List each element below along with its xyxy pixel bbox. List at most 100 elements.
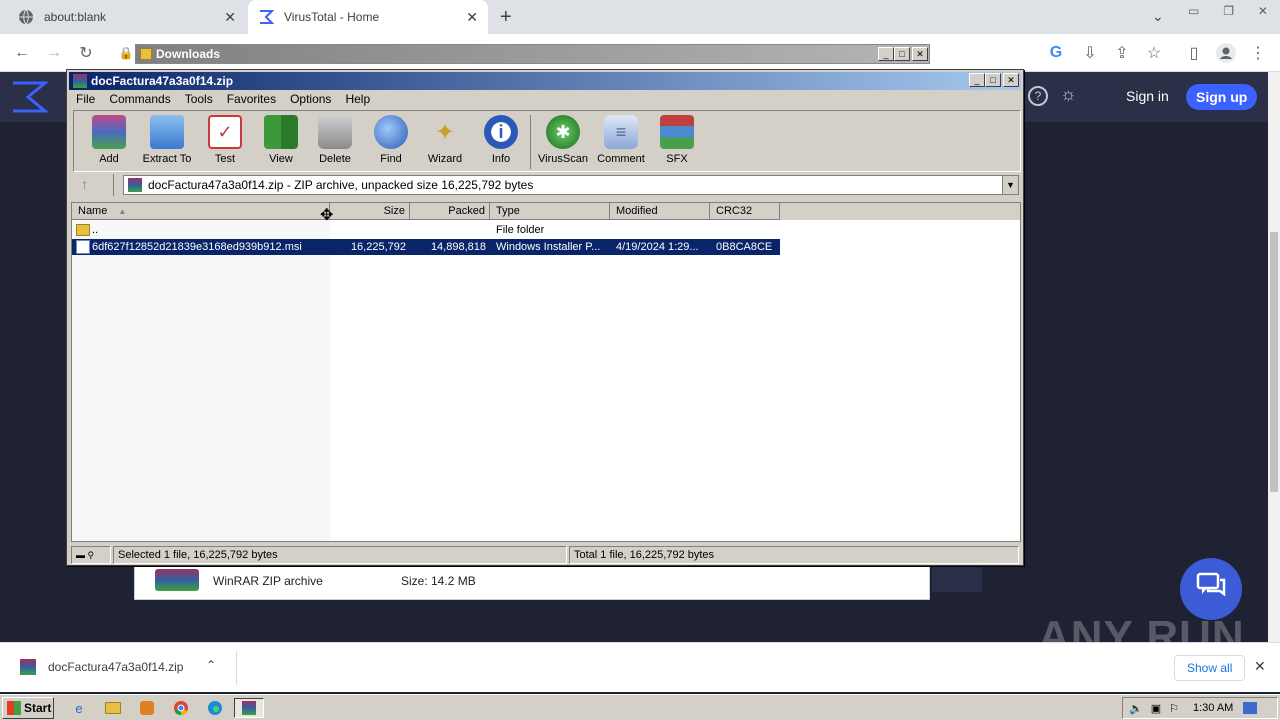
path-combobox[interactable]: docFactura47a3a0f14.zip - ZIP archive, u…: [123, 175, 1019, 195]
dropdown-arrow-icon[interactable]: ▼: [1002, 176, 1018, 194]
minimize-button[interactable]: _: [878, 47, 894, 61]
chrome-icon[interactable]: [170, 698, 192, 718]
file-list[interactable]: Name ▲ Size Packed Type Modified CRC32 ✥…: [71, 202, 1021, 542]
maximize-button[interactable]: □: [894, 47, 910, 61]
start-button[interactable]: Start: [2, 697, 54, 719]
google-icon[interactable]: G: [1044, 42, 1068, 64]
scrollbar-thumb[interactable]: [1270, 232, 1278, 492]
side-panel-icon[interactable]: ▯: [1182, 42, 1206, 64]
downloads-window-title[interactable]: Downloads: [136, 45, 929, 63]
show-desktop-icon[interactable]: [1243, 702, 1258, 714]
folder-icon: [140, 48, 152, 60]
drive-icons[interactable]: ▬ ⚲: [71, 546, 111, 564]
download-filename[interactable]: docFactura47a3a0f14.zip: [48, 660, 183, 674]
volume-icon[interactable]: 🔈: [1129, 702, 1143, 715]
column-size[interactable]: Size: [330, 203, 410, 220]
table-row-selected[interactable]: 6df627f12852d21839e3168ed939b912.msi 16,…: [72, 239, 780, 255]
winrar-title-bar[interactable]: docFactura47a3a0f14.zip: [69, 72, 1021, 90]
clock[interactable]: 1:30 AM: [1193, 702, 1233, 714]
download-separator: [236, 651, 237, 685]
delete-button[interactable]: Delete: [306, 115, 364, 171]
virusscan-button[interactable]: ✱ VirusScan: [534, 115, 592, 171]
cell-modified: 4/19/2024 1:29...: [616, 241, 699, 253]
downloads-window[interactable]: Downloads _ □ ✕: [135, 44, 930, 64]
delete-trash-icon: [318, 115, 352, 149]
column-type[interactable]: Type: [490, 203, 610, 220]
virustotal-logo-icon: [258, 9, 274, 25]
sign-up-button[interactable]: Sign up: [1186, 84, 1258, 110]
profile-avatar-icon[interactable]: [1214, 42, 1238, 64]
winrar-taskbar-button[interactable]: [234, 698, 264, 718]
install-app-icon[interactable]: ⇩: [1078, 42, 1102, 64]
browser-tab-strip: about:blank ✕ VirusTotal - Home ✕ + ⌄ ▭ …: [0, 0, 1280, 34]
menu-favorites[interactable]: Favorites: [220, 92, 283, 106]
action-center-flag-icon[interactable]: ⚐: [1169, 702, 1179, 715]
column-modified[interactable]: Modified: [610, 203, 710, 220]
add-button[interactable]: Add: [80, 115, 138, 171]
menu-help[interactable]: Help: [338, 92, 377, 106]
share-icon[interactable]: ⇪: [1110, 42, 1134, 64]
windows-flag-icon: [7, 701, 21, 715]
close-tab-icon[interactable]: ✕: [224, 9, 236, 26]
close-button[interactable]: ✕: [1003, 73, 1019, 87]
theme-sun-icon[interactable]: ☼: [1060, 84, 1077, 105]
back-arrow-icon[interactable]: ←: [10, 42, 34, 64]
sfx-button[interactable]: SFX: [648, 115, 706, 171]
edge-icon[interactable]: [204, 698, 226, 718]
close-button[interactable]: ✕: [912, 47, 928, 61]
network-icon[interactable]: ▣: [1151, 702, 1161, 715]
add-archive-icon: [92, 115, 126, 149]
menu-kebab-icon[interactable]: ⋮: [1246, 42, 1270, 64]
view-button[interactable]: View: [252, 115, 310, 171]
media-player-icon[interactable]: [136, 698, 158, 718]
menu-file[interactable]: File: [69, 92, 102, 106]
tab-about-blank[interactable]: about:blank ✕: [8, 0, 246, 34]
comment-button[interactable]: ≡ Comment: [592, 115, 650, 171]
virustotal-logo-icon[interactable]: [10, 80, 50, 117]
minimize-button[interactable]: _: [969, 73, 985, 87]
reload-icon[interactable]: ↻: [74, 42, 98, 64]
bookmark-star-icon[interactable]: ☆: [1142, 42, 1166, 64]
test-button[interactable]: ✓ Test: [196, 115, 254, 171]
file-type: WinRAR ZIP archive: [213, 574, 323, 588]
table-row[interactable]: .. File folder: [72, 222, 780, 238]
ie-icon[interactable]: e: [68, 698, 90, 718]
column-packed[interactable]: Packed: [410, 203, 490, 220]
sign-in-link[interactable]: Sign in: [1126, 88, 1169, 104]
cell-type: Windows Installer P...: [496, 241, 601, 253]
menu-options[interactable]: Options: [283, 92, 338, 106]
column-name[interactable]: Name ▲: [72, 203, 330, 220]
new-tab-button[interactable]: +: [500, 6, 512, 29]
maximize-button[interactable]: □: [985, 73, 1001, 87]
chevron-up-icon[interactable]: ⌃: [206, 658, 216, 672]
restore-icon[interactable]: ❐: [1223, 4, 1234, 24]
page-scrollbar[interactable]: [1268, 72, 1280, 642]
find-button[interactable]: Find: [362, 115, 420, 171]
close-window-icon[interactable]: ✕: [1258, 4, 1268, 24]
windows-taskbar: Start e 🔈 ▣ ⚐ 1:30 AM: [0, 694, 1280, 720]
help-icon[interactable]: ?: [1028, 86, 1048, 106]
system-tray: 🔈 ▣ ⚐ 1:30 AM: [1122, 697, 1278, 719]
chat-support-button[interactable]: [1180, 558, 1242, 620]
close-tab-icon[interactable]: ✕: [466, 9, 478, 26]
up-folder-arrow-icon[interactable]: ↑: [81, 176, 88, 192]
info-button[interactable]: i Info: [472, 115, 530, 171]
tab-search-chevron-icon[interactable]: ⌄: [1152, 8, 1164, 25]
explorer-folder-icon[interactable]: [102, 698, 124, 718]
tool-label: SFX: [666, 153, 688, 165]
winrar-window[interactable]: docFactura47a3a0f14.zip _ □ ✕ File Comma…: [66, 69, 1024, 566]
download-bar: docFactura47a3a0f14.zip ⌃ Show all ✕: [0, 642, 1280, 692]
tab-virustotal[interactable]: VirusTotal - Home ✕: [248, 0, 488, 34]
cell-packed: 14,898,818: [430, 241, 486, 253]
menu-tools[interactable]: Tools: [178, 92, 220, 106]
extract-to-button[interactable]: Extract To: [138, 115, 196, 171]
show-all-button[interactable]: Show all: [1174, 655, 1246, 681]
globe-icon: [18, 9, 34, 25]
menu-commands[interactable]: Commands: [102, 92, 177, 106]
forward-arrow-icon[interactable]: →: [42, 42, 66, 64]
winrar-archive-icon: [155, 569, 199, 591]
column-crc32[interactable]: CRC32: [710, 203, 780, 220]
wizard-button[interactable]: ✦ Wizard: [416, 115, 474, 171]
minimize-icon[interactable]: ▭: [1188, 4, 1199, 24]
close-download-bar-icon[interactable]: ✕: [1254, 658, 1266, 675]
